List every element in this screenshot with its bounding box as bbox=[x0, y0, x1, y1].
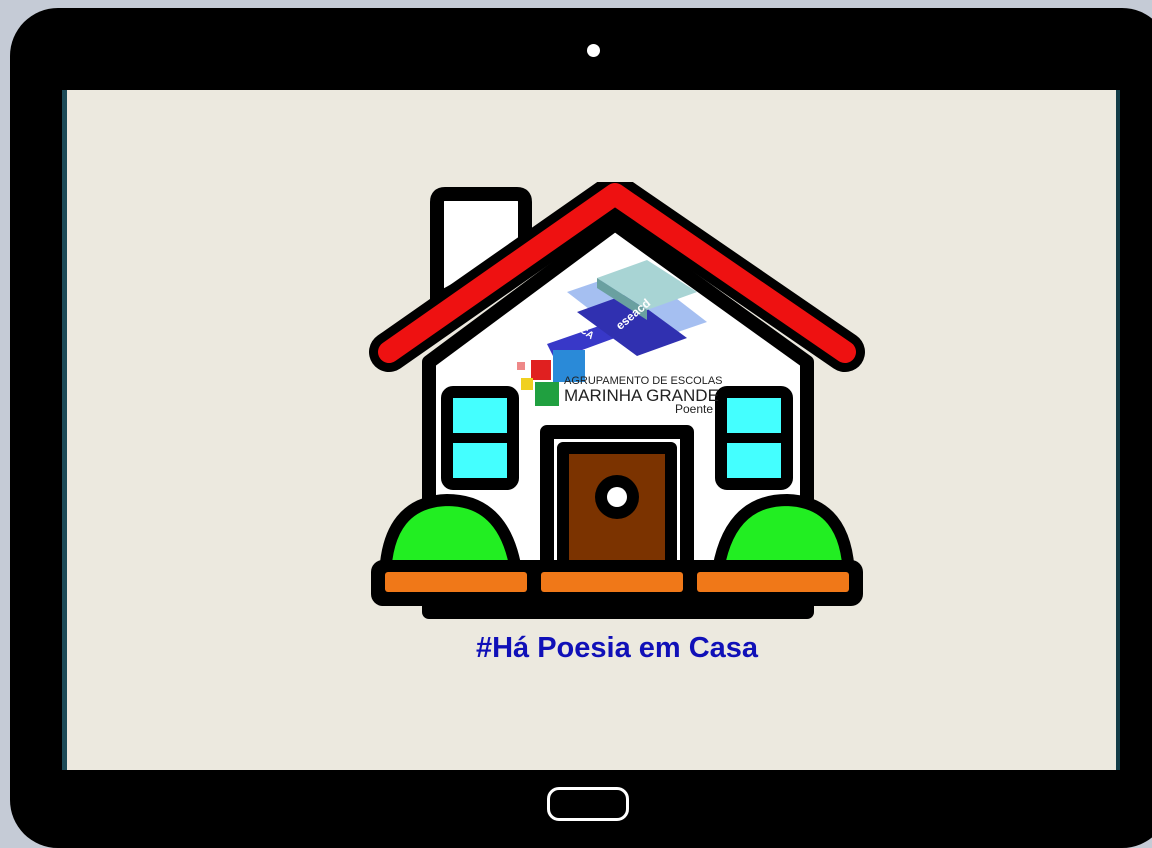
ground-right bbox=[697, 572, 849, 592]
tablet-frame: MEDIATECA eseacd AGRUPAMENTO DE ESCOLAS … bbox=[0, 0, 1152, 848]
screen-edge-right bbox=[1116, 90, 1120, 770]
tablet-screen: MEDIATECA eseacd AGRUPAMENTO DE ESCOLAS … bbox=[67, 90, 1116, 770]
ground-left bbox=[385, 572, 527, 592]
logo-line-3: Poente bbox=[675, 402, 714, 416]
ground-middle bbox=[541, 572, 683, 592]
camera-icon bbox=[587, 44, 600, 57]
caption-text: #Há Poesia em Casa bbox=[475, 632, 759, 664]
home-button[interactable] bbox=[547, 787, 629, 821]
